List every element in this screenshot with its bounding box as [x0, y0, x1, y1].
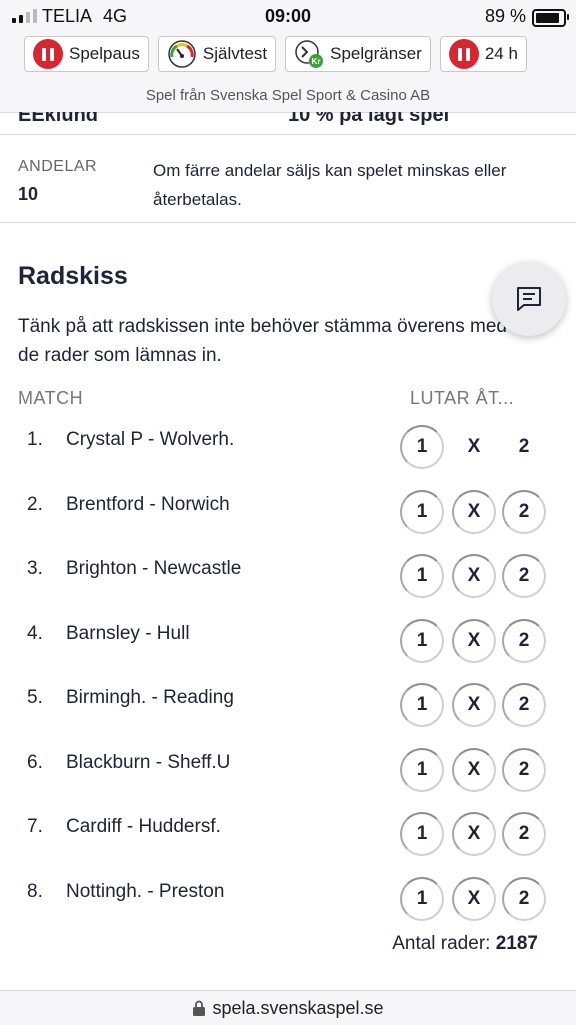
sjalvtest-label: Självtest — [202, 44, 268, 63]
sjalvtest-button[interactable]: Självtest — [157, 36, 277, 72]
outcome-1-button[interactable]: 1 — [400, 747, 444, 792]
match-number: 4. — [27, 622, 43, 644]
radskiss-description: Tänk på att radskissen inte behöver stäm… — [18, 316, 507, 366]
match-row: 2. Brentford - Norwich 1 X 2 — [0, 480, 576, 545]
match-name: Barnsley - Hull — [66, 622, 190, 644]
outcome-2-button[interactable]: 2 — [502, 618, 546, 663]
timer-label: 24 h — [484, 44, 518, 63]
match-name: Birmingh. - Reading — [66, 687, 234, 708]
outcome-1-button[interactable]: 1 — [400, 683, 444, 727]
previous-info-right: 10 % på lagt spel — [288, 112, 450, 126]
outcome-1-button[interactable]: 1 — [400, 618, 444, 663]
pause-timer-icon — [448, 39, 479, 69]
match-number: 1. — [27, 429, 43, 450]
outcome-1-button[interactable]: 1 — [400, 812, 444, 856]
operator-text: Spel från Svenska Spel Sport & Casino AB — [145, 87, 431, 104]
lock-icon — [193, 1000, 206, 1016]
match-name: Crystal P - Wolverh. — [66, 429, 235, 450]
outcome-2-button[interactable]: 2 — [502, 683, 546, 727]
andelar-label: ANDELAR — [18, 158, 98, 175]
match-number: 3. — [27, 558, 43, 579]
antal-rader-label: Antal rader: — [392, 933, 491, 954]
outcome-1-button[interactable]: 1 — [400, 554, 444, 598]
outcome-1-button[interactable]: 1 — [400, 876, 444, 921]
battery-fill — [536, 13, 560, 23]
outcome-x-button[interactable]: X — [452, 554, 496, 598]
battery-percentage: 89 % — [484, 6, 526, 26]
svg-text:Kr: Kr — [312, 57, 321, 66]
match-row: 5. Birmingh. - Reading 1 X 2 — [0, 673, 576, 738]
outcome-1-button[interactable]: 1 — [400, 425, 444, 469]
url-text: spela.svenskaspel.se — [212, 997, 384, 1018]
status-bar: TELIA 4G 09:00 89 % — [0, 0, 576, 32]
spelgranser-button[interactable]: Kr Spelgränser — [285, 36, 431, 72]
chat-button[interactable] — [492, 262, 566, 336]
timer-24h-button[interactable]: 24 h — [439, 36, 527, 72]
spelpaus-button[interactable]: Spelpaus — [24, 36, 149, 72]
match-name: Cardiff - Huddersf. — [66, 816, 221, 837]
outcome-x-button[interactable]: X — [452, 876, 496, 921]
radskiss-title: Radskiss — [18, 262, 128, 290]
match-row: 6. Blackburn - Sheff.U 1 X 2 — [0, 738, 576, 803]
lutar-column-header: LUTAR ÅT... — [410, 388, 515, 408]
gauge-icon — [168, 40, 196, 68]
match-row: 4. Barnsley - Hull 1 X 2 — [0, 609, 576, 674]
andelar-row: ANDELAR 10 Om färre andelar säljs kan sp… — [0, 148, 576, 223]
outcome-x-button[interactable]: X — [452, 425, 496, 469]
outcome-2-button[interactable]: 2 — [502, 812, 546, 856]
match-name: Brighton - Newcastle — [66, 558, 242, 579]
match-number: 6. — [27, 751, 43, 773]
previous-info-left: EEklund — [18, 112, 99, 126]
limits-icon: Kr — [295, 40, 324, 68]
outcome-2-button[interactable]: 2 — [502, 876, 546, 921]
andelar-text: Om färre andelar säljs kan spelet minska… — [153, 161, 507, 209]
battery-icon — [532, 9, 569, 27]
outcome-2-button[interactable]: 2 — [502, 747, 546, 792]
responsible-gaming-bar: Spelpaus Självtest Kr Spelgränser 24 h S… — [0, 32, 576, 113]
previous-info-row: EEklund 10 % på lagt spel — [0, 112, 576, 135]
match-name: Blackburn - Sheff.U — [66, 751, 231, 773]
antal-rader: Antal rader: 2187 — [392, 933, 538, 955]
match-name: Brentford - Norwich — [66, 493, 230, 515]
match-row: 7. Cardiff - Huddersf. 1 X 2 — [0, 802, 576, 867]
match-column-header: MATCH — [18, 388, 84, 408]
match-number: 7. — [27, 816, 43, 837]
match-row: 3. Brighton - Newcastle 1 X 2 — [0, 544, 576, 609]
pause-icon — [33, 39, 63, 69]
outcome-1-button[interactable]: 1 — [400, 489, 444, 534]
match-number: 8. — [27, 880, 43, 902]
rg-button-row: Spelpaus Självtest Kr Spelgränser 24 h — [24, 36, 552, 74]
outcome-2-button[interactable]: 2 — [502, 554, 546, 598]
match-row: 1. Crystal P - Wolverh. 1 X 2 — [0, 415, 576, 480]
outcome-2-button[interactable]: 2 — [502, 489, 546, 534]
match-list: 1. Crystal P - Wolverh. 1 X 2 2. Brentford - N… — [0, 415, 576, 931]
match-name: Nottingh. - Preston — [66, 880, 225, 902]
antal-rader-value: 2187 — [495, 933, 538, 954]
outcome-x-button[interactable]: X — [452, 683, 496, 727]
outcome-2-button[interactable]: 2 — [502, 425, 546, 469]
match-number: 5. — [27, 687, 43, 708]
outcome-x-button[interactable]: X — [452, 812, 496, 856]
outcome-x-button[interactable]: X — [452, 618, 496, 663]
chat-icon — [517, 287, 541, 311]
match-row: 8. Nottingh. - Preston 1 X 2 — [0, 867, 576, 932]
match-number: 2. — [27, 493, 43, 515]
spelpaus-label: Spelpaus — [69, 44, 140, 63]
spelgranser-label: Spelgränser — [330, 44, 422, 63]
andelar-value: 10 — [18, 184, 39, 204]
outcome-x-button[interactable]: X — [452, 747, 496, 792]
url-bar[interactable]: spela.svenskaspel.se — [0, 990, 576, 1025]
outcome-x-button[interactable]: X — [452, 489, 496, 534]
